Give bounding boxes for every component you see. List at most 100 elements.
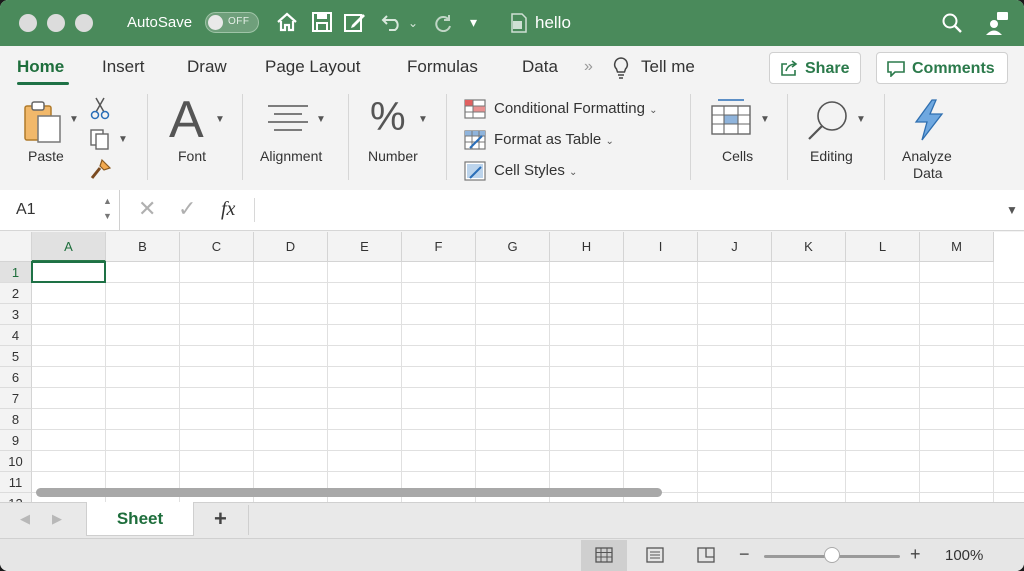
alignment-chevron-icon[interactable]: ▼	[316, 114, 326, 125]
column-header-c[interactable]: C	[180, 232, 254, 262]
edit-icon[interactable]	[343, 11, 367, 33]
column-header-h[interactable]: H	[550, 232, 624, 262]
column-header-e[interactable]: E	[328, 232, 402, 262]
grid-column-line	[327, 262, 328, 502]
grid-row-line	[32, 408, 1024, 409]
add-sheet-button[interactable]: +	[214, 506, 227, 532]
autosave-toggle[interactable]: OFF	[205, 12, 259, 33]
row-header-4[interactable]: 4	[0, 325, 32, 346]
cells-chevron-icon[interactable]: ▼	[760, 114, 770, 125]
column-header-k[interactable]: K	[772, 232, 846, 262]
cancel-formula-icon[interactable]: ✕	[138, 196, 156, 222]
sheet-tab[interactable]: Sheet	[86, 502, 194, 536]
row-header-11[interactable]: 11	[0, 472, 32, 493]
page-break-view-button[interactable]	[683, 540, 729, 571]
comments-button[interactable]: Comments	[876, 52, 1008, 84]
tab-draw[interactable]: Draw	[187, 57, 227, 77]
column-header-g[interactable]: G	[476, 232, 550, 262]
number-chevron-icon[interactable]: ▼	[418, 114, 428, 125]
home-icon[interactable]	[276, 11, 298, 33]
confirm-formula-icon[interactable]: ✓	[178, 196, 196, 222]
horizontal-scrollbar[interactable]	[36, 488, 662, 497]
name-box-down-icon[interactable]: ▼	[103, 211, 112, 221]
expand-formula-chevron-icon[interactable]: ▼	[1006, 203, 1018, 217]
page-layout-view-button[interactable]	[632, 540, 678, 571]
column-header-b[interactable]: B	[106, 232, 180, 262]
name-box-up-icon[interactable]: ▲	[103, 196, 112, 206]
zoom-level[interactable]: 100%	[945, 547, 983, 564]
minimize-window-button[interactable]	[47, 14, 65, 32]
zoom-out-button[interactable]: −	[739, 544, 750, 565]
alignment-label: Alignment	[260, 148, 323, 164]
row-header-2[interactable]: 2	[0, 283, 32, 304]
analyze-data-icon[interactable]	[912, 98, 946, 142]
share-icon	[781, 60, 798, 76]
row-header-5[interactable]: 5	[0, 346, 32, 367]
close-window-button[interactable]	[19, 14, 37, 32]
undo-icon[interactable]	[381, 12, 403, 32]
column-header-l[interactable]: L	[846, 232, 920, 262]
normal-view-button[interactable]	[581, 540, 627, 571]
column-header-m[interactable]: M	[920, 232, 994, 262]
redo-icon[interactable]	[433, 12, 455, 32]
font-chevron-icon[interactable]: ▼	[215, 114, 225, 125]
customize-toolbar-icon[interactable]: ▾	[470, 10, 477, 34]
sheet-tab-label: Sheet	[116, 509, 164, 528]
percent-icon[interactable]: %	[370, 95, 406, 140]
selected-cell-outline[interactable]	[31, 261, 106, 283]
row-header-10[interactable]: 10	[0, 451, 32, 472]
tab-page-layout[interactable]: Page Layout	[265, 57, 360, 77]
tab-formulas[interactable]: Formulas	[407, 57, 478, 77]
row-header-3[interactable]: 3	[0, 304, 32, 325]
row-header-12[interactable]: 12	[0, 493, 32, 502]
save-icon[interactable]	[311, 11, 333, 33]
tell-me-search[interactable]: Tell me	[641, 57, 695, 77]
row-header-7[interactable]: 7	[0, 388, 32, 409]
more-tabs-chevron-icon[interactable]: »	[584, 58, 593, 76]
share-label: Share	[805, 60, 850, 77]
magnifier-icon[interactable]	[806, 98, 850, 142]
worksheet-grid[interactable]: ABCDEFGHIJKLM123456789101112	[0, 232, 1024, 502]
row-header-8[interactable]: 8	[0, 409, 32, 430]
undo-dropdown-chevron-icon[interactable]: ⌄	[408, 11, 418, 35]
column-header-j[interactable]: J	[698, 232, 772, 262]
zoom-slider-knob[interactable]	[824, 547, 840, 563]
share-button[interactable]: Share	[769, 52, 861, 84]
alignment-icon[interactable]	[266, 104, 310, 136]
column-header-a[interactable]: A	[32, 232, 106, 262]
formula-separator	[254, 198, 255, 222]
conditional-formatting-button[interactable]: Conditional Formatting ⌄	[494, 100, 657, 117]
select-all-corner[interactable]	[0, 232, 32, 262]
column-header-i[interactable]: I	[624, 232, 698, 262]
format-as-table-label: Format as Table	[494, 131, 602, 148]
tab-home[interactable]: Home	[17, 57, 64, 77]
conditional-formatting-label: Conditional Formatting	[494, 100, 645, 117]
copy-options-chevron-icon[interactable]: ▼	[118, 134, 128, 145]
name-box[interactable]: A1 ▲ ▼	[0, 190, 120, 230]
paste-options-chevron-icon[interactable]: ▼	[69, 114, 79, 125]
zoom-in-button[interactable]: +	[910, 544, 921, 565]
formula-input[interactable]	[262, 190, 992, 230]
tab-data[interactable]: Data	[522, 57, 558, 77]
paste-icon[interactable]	[22, 100, 66, 144]
zoom-window-button[interactable]	[75, 14, 93, 32]
editing-chevron-icon[interactable]: ▼	[856, 114, 866, 125]
share-person-icon[interactable]	[984, 10, 1010, 36]
column-header-d[interactable]: D	[254, 232, 328, 262]
row-header-6[interactable]: 6	[0, 367, 32, 388]
row-header-1[interactable]: 1	[0, 262, 32, 283]
previous-sheet-arrow-icon[interactable]: ◀	[20, 511, 30, 527]
copy-icon[interactable]	[89, 128, 111, 150]
next-sheet-arrow-icon[interactable]: ▶	[52, 511, 62, 527]
format-as-table-button[interactable]: Format as Table ⌄	[494, 131, 614, 148]
cells-icon[interactable]	[710, 98, 752, 138]
font-icon[interactable]: A	[169, 90, 204, 150]
cut-icon[interactable]	[90, 96, 110, 120]
insert-function-button[interactable]: fx	[221, 198, 235, 221]
search-icon[interactable]	[941, 12, 963, 34]
format-painter-icon[interactable]	[90, 158, 112, 180]
tab-insert[interactable]: Insert	[102, 57, 145, 77]
cell-styles-button[interactable]: Cell Styles ⌄	[494, 162, 577, 179]
column-header-f[interactable]: F	[402, 232, 476, 262]
row-header-9[interactable]: 9	[0, 430, 32, 451]
